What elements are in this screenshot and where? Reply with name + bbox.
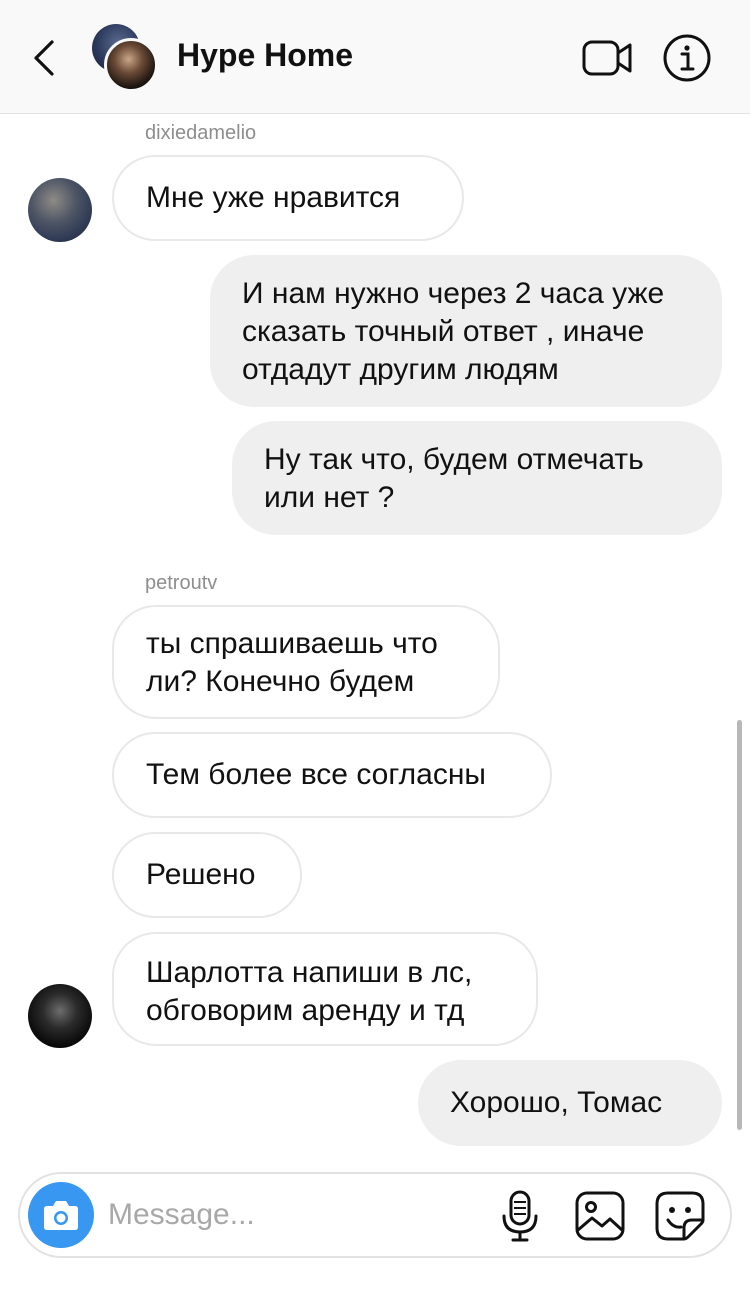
message-bubble[interactable]: Мне уже нравится bbox=[112, 155, 464, 241]
chat-header: Hype Home bbox=[0, 0, 750, 114]
message-bubble[interactable]: Решено bbox=[112, 832, 302, 918]
chevron-left-icon bbox=[34, 40, 54, 76]
group-avatar[interactable] bbox=[90, 24, 160, 92]
message-bubble[interactable]: ты спрашиваешь что ли? Конечно будем bbox=[112, 605, 500, 719]
message-bubble[interactable]: Шарлотта напиши в лс, обговорим аренду и… bbox=[112, 932, 538, 1046]
sender-name: petroutv bbox=[145, 572, 218, 594]
gallery-button[interactable] bbox=[574, 1190, 626, 1242]
group-avatar-front bbox=[104, 38, 158, 92]
sticker-icon bbox=[655, 1191, 705, 1241]
info-button[interactable] bbox=[662, 33, 712, 83]
message-composer bbox=[18, 1172, 732, 1258]
back-button[interactable] bbox=[26, 36, 66, 80]
gallery-icon bbox=[575, 1191, 625, 1241]
chat-title[interactable]: Hype Home bbox=[177, 37, 353, 74]
message-bubble[interactable]: И нам нужно через 2 часа уже сказать точ… bbox=[210, 255, 722, 407]
scrollbar[interactable] bbox=[737, 720, 742, 1130]
message-bubble[interactable]: Хорошо, Томас bbox=[418, 1060, 722, 1146]
sender-name: dixiedamelio bbox=[145, 122, 257, 144]
camera-button[interactable] bbox=[28, 1182, 94, 1248]
info-icon bbox=[663, 34, 711, 82]
avatar[interactable] bbox=[28, 984, 92, 1048]
message-input[interactable] bbox=[108, 1192, 488, 1238]
video-camera-icon bbox=[582, 40, 632, 76]
voice-message-button[interactable] bbox=[498, 1188, 542, 1244]
message-bubble[interactable]: Тем более все согласны bbox=[112, 732, 552, 818]
avatar[interactable] bbox=[28, 178, 92, 242]
microphone-icon bbox=[502, 1190, 538, 1242]
camera-icon bbox=[44, 1201, 78, 1230]
video-call-button[interactable] bbox=[580, 36, 634, 80]
message-bubble[interactable]: Ну так что, будем отмечать или нет ? bbox=[232, 421, 722, 535]
sticker-button[interactable] bbox=[654, 1190, 706, 1242]
